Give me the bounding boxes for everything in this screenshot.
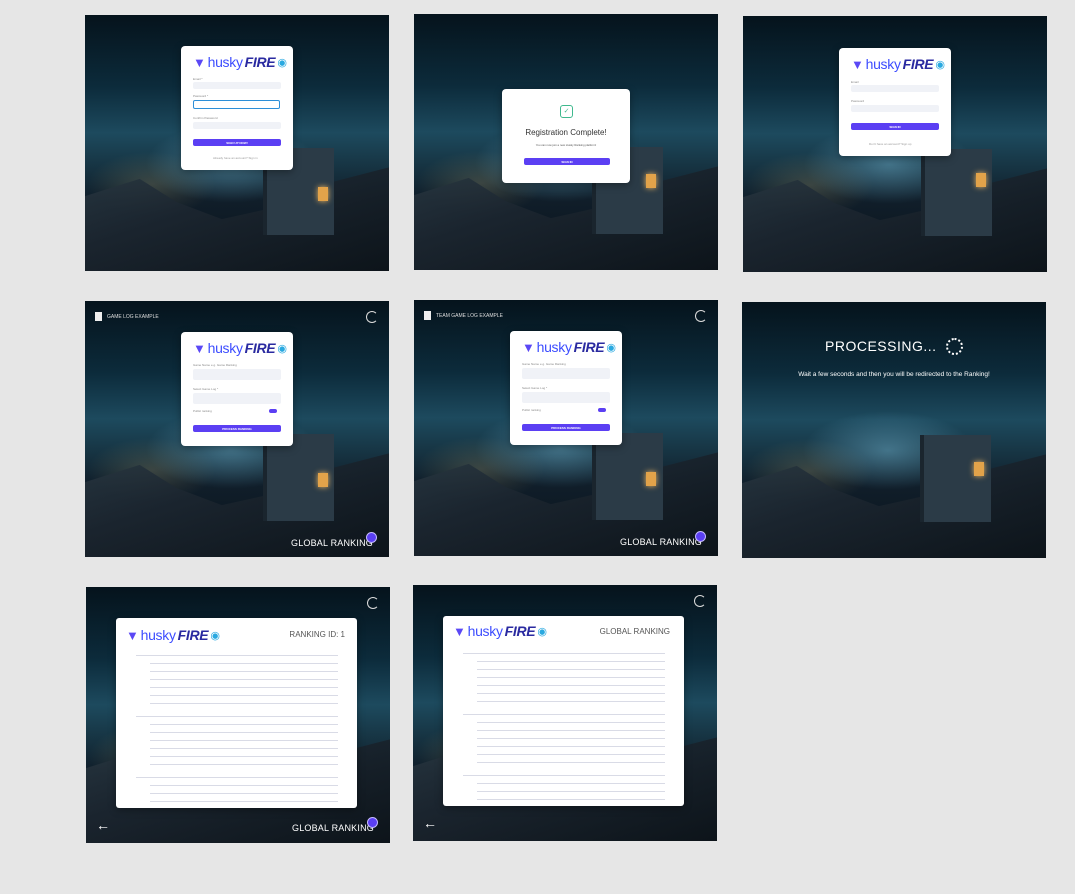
ranking-badge-icon[interactable] bbox=[366, 532, 377, 543]
game-name-placeholder: e.g. Game Ranking bbox=[211, 363, 237, 367]
frame-registration-complete: ✓ Registration Complete! You can now joi… bbox=[414, 14, 718, 270]
complete-signin-button[interactable]: SIGN IN bbox=[524, 158, 610, 165]
document-icon bbox=[424, 311, 431, 320]
frame-team-game-log: TEAM GAME LOG EXAMPLE ▼ husky FIRE ◉ Game… bbox=[414, 300, 718, 556]
processing-title: PROCESSING... bbox=[825, 338, 937, 354]
frame-signin: ▼ husky FIRE ◉ Email Password SIGN IN Don… bbox=[743, 16, 1047, 272]
complete-title: Registration Complete! bbox=[525, 128, 607, 137]
global-ranking-link[interactable]: GLOBAL RANKING bbox=[620, 537, 702, 547]
logout-icon[interactable] bbox=[694, 595, 706, 607]
logout-icon[interactable] bbox=[695, 310, 707, 322]
check-circle-icon: ✓ bbox=[560, 105, 573, 118]
game-name-placeholder: e.g. Game Ranking bbox=[540, 362, 566, 366]
logout-icon[interactable] bbox=[366, 311, 378, 323]
frame-ranking-id: ▼ husky FIRE ◉ RANKING ID: 1 ← GLOBAL RA… bbox=[86, 587, 390, 843]
ranking-badge-icon[interactable] bbox=[695, 531, 706, 542]
spinner-icon bbox=[946, 338, 963, 355]
global-ranking-link[interactable]: GLOBAL RANKING bbox=[292, 823, 374, 833]
husky-head-icon: ▼ bbox=[522, 339, 535, 355]
global-ranking-link[interactable]: GLOBAL RANKING bbox=[291, 538, 373, 548]
fire-drop-icon: ◉ bbox=[210, 629, 220, 642]
password-label: Password * bbox=[193, 94, 209, 98]
game-log-card: ▼ husky FIRE ◉ Game Name e.g. Game Rankin… bbox=[181, 332, 293, 446]
signin-link[interactable]: Already have an account? Sign in bbox=[213, 156, 258, 160]
game-name-field[interactable] bbox=[522, 368, 610, 379]
arrow-left-icon[interactable]: ← bbox=[96, 817, 110, 833]
email-label: Email bbox=[851, 80, 859, 84]
password-field[interactable] bbox=[193, 100, 280, 109]
select-log-label: Select Game Log * bbox=[522, 386, 548, 390]
logo: ▼ husky FIRE ◉ bbox=[522, 339, 616, 355]
fire-drop-icon: ◉ bbox=[935, 58, 945, 71]
frame-game-log: GAME LOG EXAMPLE ▼ husky FIRE ◉ Game Name… bbox=[85, 301, 389, 557]
husky-head-icon: ▼ bbox=[453, 623, 466, 639]
confirm-password-field[interactable] bbox=[193, 122, 281, 129]
game-name-label: Game Name bbox=[522, 362, 540, 366]
fire-drop-icon: ◉ bbox=[537, 625, 547, 638]
frame-global-ranking: ▼ husky FIRE ◉ GLOBAL RANKING ← bbox=[413, 585, 717, 841]
ranking-title: RANKING ID: 1 bbox=[289, 630, 345, 639]
process-ranking-button[interactable]: PROCESS RANKING bbox=[522, 424, 610, 431]
fire-drop-icon: ◉ bbox=[606, 341, 616, 354]
public-toggle[interactable] bbox=[598, 408, 606, 412]
fire-drop-icon: ◉ bbox=[277, 342, 287, 355]
logo: ▼ husky FIRE ◉ bbox=[193, 340, 287, 356]
logo: ▼ husky FIRE ◉ bbox=[126, 627, 220, 643]
logo: ▼ husky FIRE ◉ bbox=[851, 56, 945, 72]
confirm-password-label: Confirm Password bbox=[193, 116, 218, 120]
husky-head-icon: ▼ bbox=[126, 627, 139, 643]
processing-message: Wait a few seconds and then you will be … bbox=[798, 371, 990, 378]
signup-link[interactable]: Don't have an account? Sign up bbox=[869, 142, 911, 146]
global-ranking-card: ▼ husky FIRE ◉ GLOBAL RANKING bbox=[443, 616, 684, 806]
complete-message: You can now join a new Husky Ranking pla… bbox=[535, 143, 597, 147]
email-field[interactable] bbox=[851, 85, 939, 92]
select-log-field[interactable] bbox=[522, 392, 610, 403]
game-log-example-link[interactable]: GAME LOG EXAMPLE bbox=[95, 312, 159, 321]
ranking-title: GLOBAL RANKING bbox=[599, 627, 670, 636]
email-field[interactable] bbox=[193, 82, 281, 89]
public-toggle-label: Public ranking bbox=[193, 409, 212, 413]
team-game-log-example-link[interactable]: TEAM GAME LOG EXAMPLE bbox=[424, 311, 503, 320]
password-field[interactable] bbox=[851, 105, 939, 112]
select-log-label: Select Game Log * bbox=[193, 387, 219, 391]
complete-card: ✓ Registration Complete! You can now joi… bbox=[502, 89, 630, 183]
process-ranking-button[interactable]: PROCESS RANKING bbox=[193, 425, 281, 432]
game-name-field[interactable] bbox=[193, 369, 281, 380]
husky-head-icon: ▼ bbox=[193, 54, 206, 70]
signup-card: ▼ husky FIRE ◉ Email * Password * Confirm… bbox=[181, 46, 293, 170]
document-icon bbox=[95, 312, 102, 321]
ranking-card: ▼ husky FIRE ◉ RANKING ID: 1 bbox=[116, 618, 357, 808]
husky-head-icon: ▼ bbox=[851, 56, 864, 72]
logo: ▼ husky FIRE ◉ bbox=[193, 54, 287, 70]
frame-processing: PROCESSING... Wait a few seconds and the… bbox=[742, 302, 1046, 558]
fire-drop-icon: ◉ bbox=[277, 56, 287, 69]
logout-icon[interactable] bbox=[367, 597, 379, 609]
game-name-label: Game Name bbox=[193, 363, 211, 367]
logo: ▼ husky FIRE ◉ bbox=[453, 623, 547, 639]
signin-card: ▼ husky FIRE ◉ Email Password SIGN IN Don… bbox=[839, 48, 951, 156]
public-toggle-label: Public ranking bbox=[522, 408, 541, 412]
ranking-badge-icon[interactable] bbox=[367, 817, 378, 828]
frame-signup: ▼ husky FIRE ◉ Email * Password * Confirm… bbox=[85, 15, 389, 271]
email-label: Email * bbox=[193, 77, 203, 81]
signin-button[interactable]: SIGN IN bbox=[851, 123, 939, 130]
password-label: Password bbox=[851, 99, 865, 103]
team-game-log-card: ▼ husky FIRE ◉ Game Name e.g. Game Rankin… bbox=[510, 331, 622, 445]
signup-button[interactable]: SIGN UP NOW! bbox=[193, 139, 281, 146]
select-log-field[interactable] bbox=[193, 393, 281, 404]
arrow-left-icon[interactable]: ← bbox=[423, 815, 437, 831]
public-toggle[interactable] bbox=[269, 409, 277, 413]
husky-head-icon: ▼ bbox=[193, 340, 206, 356]
